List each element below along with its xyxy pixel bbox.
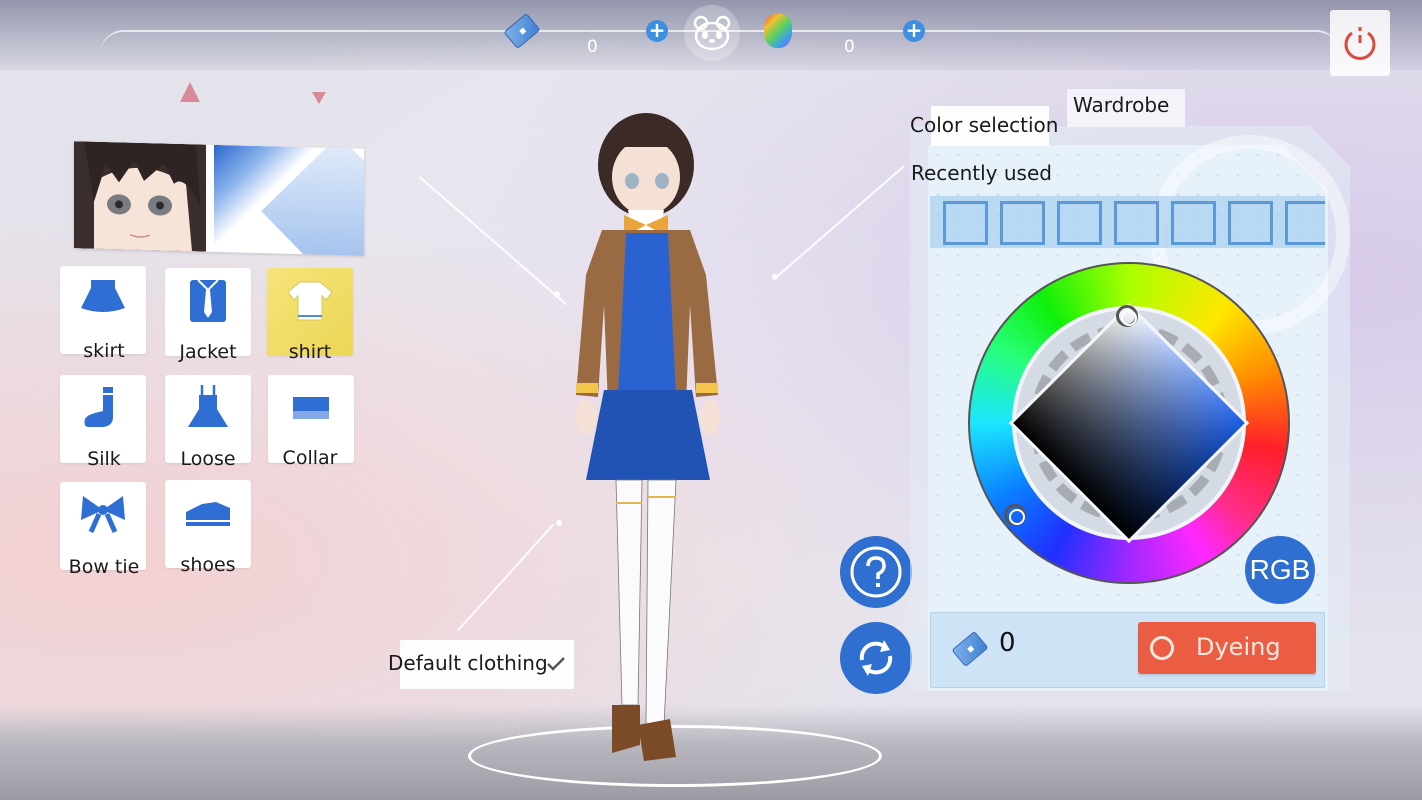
recent-color-swatch[interactable] <box>1228 201 1273 245</box>
plus-icon: + <box>905 18 923 42</box>
shoe-icon <box>186 502 230 526</box>
dye-cost: 0 <box>999 628 1016 658</box>
rgb-mode-button[interactable]: RGB <box>1245 536 1315 604</box>
clothing-label: Silk <box>87 448 121 470</box>
default-clothing-label: Default clothing <box>388 651 548 675</box>
recently-used-label: Recently used <box>911 161 1052 185</box>
decor-triangle <box>180 82 200 102</box>
bow-tie-icon <box>81 496 125 534</box>
jacket-icon <box>190 279 226 322</box>
hue-handle[interactable] <box>1004 504 1026 526</box>
character-portrait-card[interactable] <box>74 141 364 256</box>
add-tickets-button[interactable]: + <box>646 20 668 42</box>
dyeing-button-label: Dyeing <box>1196 633 1281 661</box>
recent-color-swatch[interactable] <box>1171 201 1216 245</box>
collar-icon <box>293 397 329 419</box>
clothing-label: Bow tie <box>68 556 140 578</box>
clothing-label: Jacket <box>179 341 237 363</box>
add-panda-coins-button[interactable]: + <box>903 20 925 42</box>
tab-color-selection-label: Color selection <box>910 113 1059 137</box>
check-icon <box>547 657 565 671</box>
recent-color-swatch[interactable] <box>1114 201 1159 245</box>
recent-color-swatch[interactable] <box>1057 201 1102 245</box>
dress-icon <box>188 385 228 427</box>
dyeing-button[interactable]: Dyeing <box>1138 622 1316 674</box>
ticket-count: 0 <box>587 37 598 57</box>
exit-button[interactable] <box>1330 10 1390 76</box>
refresh-icon <box>859 640 893 676</box>
recent-color-swatch[interactable] <box>943 201 988 245</box>
color-picker <box>968 262 1290 584</box>
circle-icon <box>1150 636 1174 660</box>
tab-wardrobe[interactable]: Wardrobe <box>1067 89 1185 127</box>
shirt-icon <box>287 281 333 321</box>
panda-icon <box>693 15 731 51</box>
recent-color-swatch[interactable] <box>1285 201 1325 245</box>
skirt-icon <box>81 280 125 312</box>
clothing-label: Loose <box>180 448 236 470</box>
plus-icon: + <box>648 18 666 42</box>
clothing-label: skirt <box>83 340 125 362</box>
power-icon <box>1344 27 1376 60</box>
clothing-label: Collar <box>282 447 338 469</box>
sock-icon <box>84 387 113 427</box>
panda-menu-button[interactable] <box>684 5 740 61</box>
help-button[interactable] <box>840 536 912 608</box>
decor-triangle <box>312 92 326 104</box>
question-icon <box>850 546 902 598</box>
clothing-label: shirt <box>288 341 332 363</box>
rainbow-panda-icon <box>764 14 792 48</box>
saturation-value-handle[interactable] <box>1116 305 1138 327</box>
panda-coin-count: 0 <box>844 37 855 57</box>
clothing-label: shoes <box>180 554 236 576</box>
recent-color-swatch[interactable] <box>1000 201 1045 245</box>
reset-button[interactable] <box>840 622 912 694</box>
recent-colors-strip <box>930 196 1325 248</box>
decor-line <box>775 165 905 279</box>
character-portrait <box>74 141 206 252</box>
